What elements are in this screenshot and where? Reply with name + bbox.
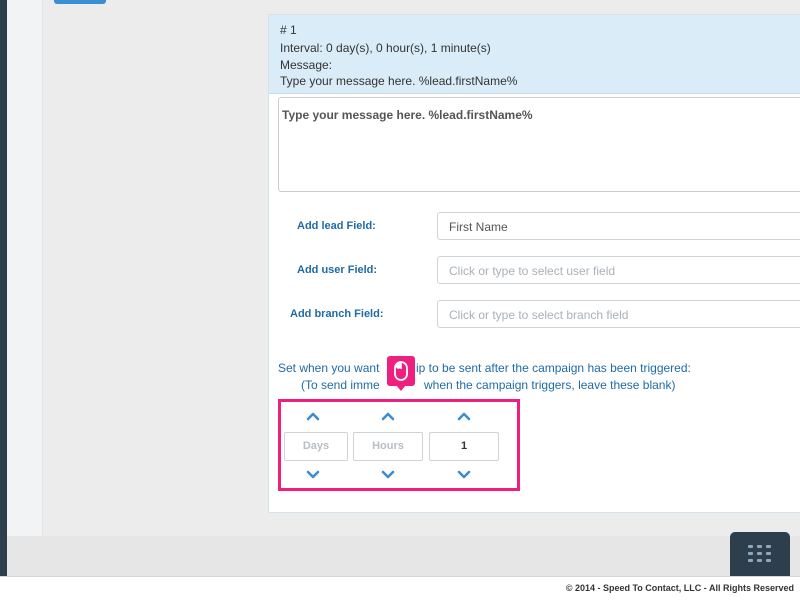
branch-field-label: Add branch Field: bbox=[290, 308, 384, 320]
hours-up-chevron-up-icon[interactable] bbox=[380, 410, 396, 422]
days-down-chevron-down-icon[interactable] bbox=[305, 469, 321, 481]
schedule-hint-part2: when the campaign triggers, leave these … bbox=[424, 378, 676, 392]
hours-down-chevron-down-icon[interactable] bbox=[380, 469, 396, 481]
grid-icon[interactable] bbox=[730, 532, 790, 576]
step-message-label: Message: bbox=[280, 58, 333, 72]
hours-input[interactable]: Hours bbox=[353, 432, 423, 461]
inner-sidebar-strip bbox=[7, 0, 43, 536]
user-field-select[interactable]: Click or type to select user field bbox=[437, 256, 800, 284]
lead-field-select[interactable]: First Name bbox=[437, 212, 800, 240]
message-text: Type your message here. %lead.firstName% bbox=[282, 108, 533, 122]
lead-field-label: Add lead Field: bbox=[297, 220, 376, 232]
days-input[interactable]: Days bbox=[284, 432, 348, 461]
schedule-hint-part1: (To send imme bbox=[301, 378, 380, 392]
branch-field-placeholder: Click or type to select branch field bbox=[449, 308, 629, 322]
left-nav-bar bbox=[0, 0, 7, 576]
user-field-label: Add user Field: bbox=[297, 264, 378, 276]
schedule-instruction-part2: ip to be sent after the campaign has bee… bbox=[416, 361, 691, 375]
minutes-down-chevron-down-icon[interactable] bbox=[456, 469, 472, 481]
step-message-preview: Type your message here. %lead.firstName% bbox=[280, 74, 518, 88]
minutes-up-chevron-up-icon[interactable] bbox=[456, 410, 472, 422]
step-interval: Interval: 0 day(s), 0 hour(s), 1 minute(… bbox=[280, 41, 491, 55]
user-field-placeholder: Click or type to select user field bbox=[449, 264, 616, 278]
message-textarea[interactable]: Type your message here. %lead.firstName% bbox=[278, 97, 800, 192]
days-up-chevron-up-icon[interactable] bbox=[305, 410, 321, 422]
lead-field-value: First Name bbox=[449, 220, 508, 234]
schedule-instruction-part1: Set when you want bbox=[278, 361, 380, 375]
minutes-input[interactable]: 1 bbox=[429, 432, 499, 461]
step-number: # 1 bbox=[280, 23, 297, 37]
mouse-icon bbox=[387, 356, 415, 386]
copyright-text: © 2014 - Speed To Contact, LLC - All Rig… bbox=[565, 583, 794, 593]
branch-field-select[interactable]: Click or type to select branch field bbox=[437, 300, 800, 328]
top-button[interactable] bbox=[54, 0, 106, 4]
step-header: # 1 Interval: 0 day(s), 0 hour(s), 1 min… bbox=[269, 15, 800, 94]
cursor-pointer-tail bbox=[396, 385, 406, 391]
footer-bar bbox=[7, 536, 800, 576]
